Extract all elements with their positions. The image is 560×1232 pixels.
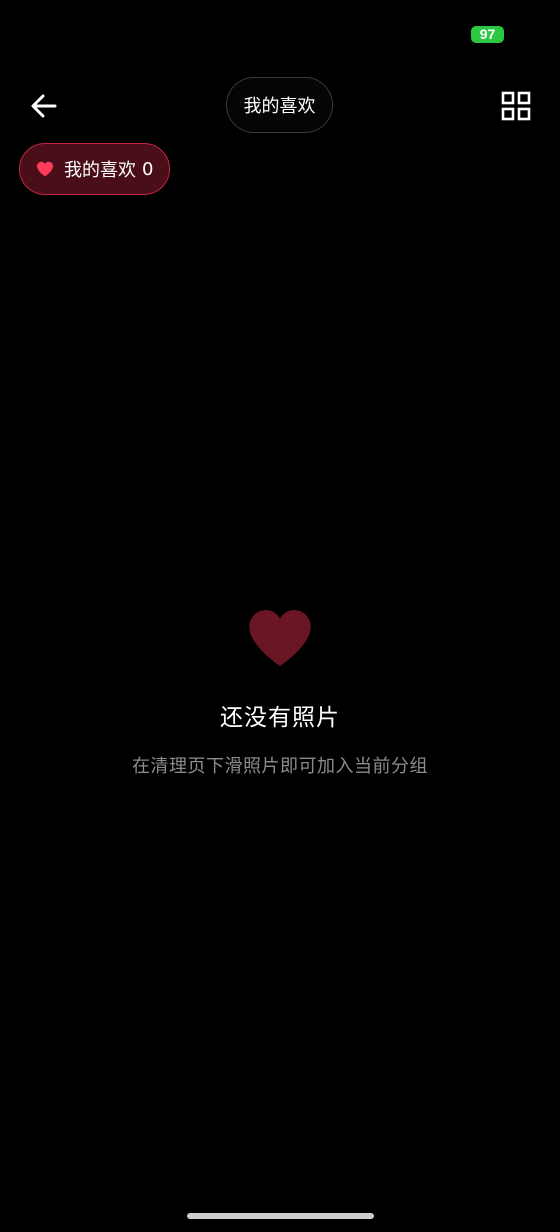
back-button[interactable] [24, 86, 64, 126]
album-chip-favorites[interactable]: 我的喜欢 0 [19, 143, 170, 195]
heart-icon [36, 160, 54, 178]
empty-state-subtitle: 在清理页下滑照片即可加入当前分组 [132, 756, 428, 777]
page-title-text: 我的喜欢 [243, 96, 316, 117]
empty-state: 还没有照片 在清理页下滑照片即可加入当前分组 [0, 608, 560, 778]
screen: 97 我的喜欢 我的喜欢 0 还没有照片 在清理页下滑照片即可加入当前分组 [0, 0, 560, 1232]
album-chip-count: 0 [142, 158, 154, 180]
album-chip-label: 我的喜欢 [64, 160, 136, 181]
arrow-left-icon [31, 94, 57, 118]
page-title: 我的喜欢 [226, 77, 333, 133]
home-indicator[interactable] [187, 1213, 374, 1219]
status-bar: 97 [0, 0, 560, 60]
grid-view-icon [501, 91, 531, 121]
heart-icon [249, 610, 311, 666]
battery-indicator: 97 [471, 26, 504, 43]
empty-state-title: 还没有照片 [220, 705, 340, 731]
grid-view-button[interactable] [496, 86, 536, 126]
